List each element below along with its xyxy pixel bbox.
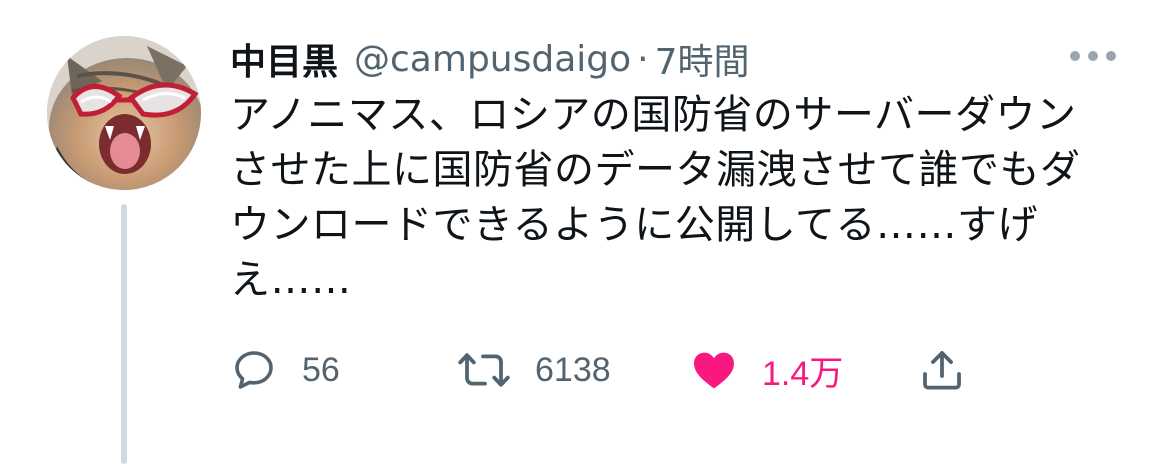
tweet-text-line: アノニマス、ロシアの国防省のサーバーダウン [230, 92, 1077, 138]
display-name[interactable]: 中目黒 [230, 33, 338, 85]
like-button[interactable]: 1.4万 [690, 340, 843, 400]
reply-count: 56 [302, 350, 340, 389]
user-handle[interactable]: @campusdaigo [354, 39, 631, 80]
retweet-count: 6138 [535, 350, 611, 389]
thread-connector-line [121, 204, 127, 464]
share-button[interactable] [918, 340, 966, 400]
tweet-text: アノニマス、ロシアの国防省のサーバーダウン させた上に国防省のデータ漏洩させて誰… [230, 88, 1130, 308]
tweet-text-line: させた上に国防省のデータ漏洩させて誰でもダ [230, 147, 1081, 193]
action-bar: 56 6138 1.4万 [230, 340, 990, 400]
tweet-text-line: ウンロードできるように公開してる……すげ [230, 202, 1038, 248]
share-upload-icon [923, 351, 961, 390]
speech-bubble-icon [235, 351, 273, 389]
timestamp[interactable]: 7時間 [655, 33, 750, 85]
tweet-header: 中目黒 @campusdaigo · 7時間 [230, 34, 750, 84]
separator-dot: · [637, 38, 649, 80]
avatar[interactable] [47, 36, 201, 190]
retweet-button[interactable]: 6138 [457, 340, 611, 400]
reply-button[interactable]: 56 [230, 340, 340, 400]
retweet-arrows-icon [458, 353, 510, 387]
like-count: 1.4万 [762, 354, 844, 393]
cat-avatar-image [47, 36, 201, 190]
tweet-text-line: え…… [230, 257, 352, 303]
more-horizontal-icon[interactable] [1070, 48, 1116, 64]
tweet-card[interactable]: 中目黒 @campusdaigo · 7時間 アノニマス、ロシアの国防省のサーバ… [0, 0, 1170, 464]
heart-icon [694, 352, 734, 389]
